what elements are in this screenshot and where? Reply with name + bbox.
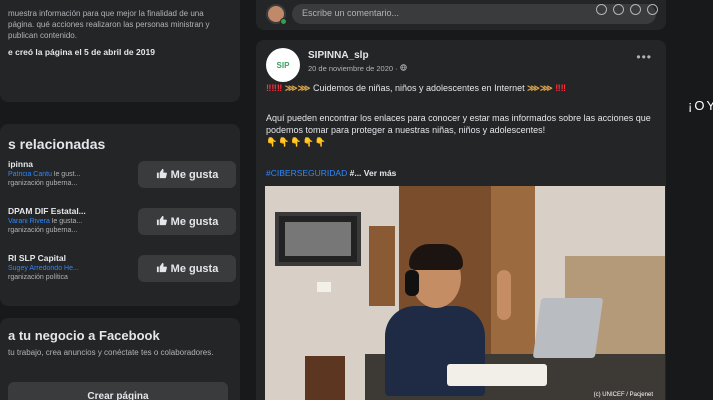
photo-picture-frame: [275, 212, 361, 266]
post-headline-text: Cuidemos de niñas, niños y adolescentes …: [312, 83, 525, 93]
pointing-down-emoji: 👇👇👇👇👇: [266, 137, 328, 147]
post-date-text: 20 de noviembre de 2020 ·: [308, 64, 400, 73]
like-button-label: Me gusta: [170, 168, 219, 181]
business-promo-title: a tu negocio a Facebook: [8, 328, 160, 343]
create-page-button[interactable]: Crear página: [8, 382, 228, 400]
related-page-likers: Patricia Cantu le gust...: [8, 171, 126, 178]
related-page-likers: Varani Rivera le gusta...: [8, 218, 126, 225]
related-page-item[interactable]: RI SLP Capital Sugey Arredondo He... rga…: [8, 253, 236, 293]
cropped-side-text: ¡OY: [688, 98, 713, 113]
post-author[interactable]: SIPINNA_slp: [308, 50, 369, 61]
fast-forward-emoji: ⋙⋙: [284, 83, 311, 93]
see-more-link[interactable]: #... Ver más: [347, 168, 397, 178]
photo-headphones: [405, 270, 419, 296]
globe-icon: [400, 64, 407, 73]
related-pages-card: s relacionadas ipinna Patricia Cantu le …: [0, 124, 240, 306]
page-created-date: e creó la página el 5 de abril de 2019: [8, 47, 155, 57]
sticker-icon[interactable]: [647, 4, 658, 15]
photo-raised-hand: [497, 270, 511, 320]
page-transparency-text: muestra información para que mejor la fi…: [8, 9, 210, 40]
post-photo[interactable]: (c) UNICEF / Pacjenet: [265, 186, 665, 400]
more-options-icon[interactable]: •••: [636, 50, 652, 64]
business-promo-card: a tu negocio a Facebook tu trabajo, crea…: [0, 318, 240, 400]
camera-icon[interactable]: [613, 4, 624, 15]
photo-credit: (c) UNICEF / Pacjenet: [593, 392, 653, 398]
comment-tools: [596, 4, 658, 15]
post-timestamp[interactable]: 20 de noviembre de 2020 ·: [308, 64, 407, 73]
like-button-label: Me gusta: [170, 215, 219, 228]
page-info-card: muestra información para que mejor la fi…: [0, 0, 240, 102]
like-button-label: Me gusta: [170, 262, 219, 275]
photo-child-hair: [409, 244, 463, 270]
page-avatar[interactable]: SIP: [266, 48, 300, 82]
photo-laptop: [532, 298, 604, 358]
liked-suffix: le gusta...: [49, 218, 83, 225]
photo-shelf: [369, 226, 395, 306]
liker-name[interactable]: Patricia Cantu: [8, 171, 52, 178]
thumbs-up-icon: [156, 262, 167, 276]
business-promo-text: tu trabajo, crea anuncios y conéctate te…: [8, 348, 214, 357]
emoji-icon[interactable]: [596, 4, 607, 15]
thumbs-up-icon: [156, 215, 167, 229]
online-status-dot: [280, 18, 287, 25]
post-body: Aquí pueden encontrar los enlaces para c…: [266, 112, 656, 148]
photo-picture-inner: [285, 222, 351, 256]
left-column: muestra información para que mejor la fi…: [0, 0, 240, 400]
hashtag-link[interactable]: #CIBERSEGURIDAD: [266, 168, 347, 178]
liker-name[interactable]: Varani Rivera: [8, 218, 50, 225]
photo-chair: [305, 356, 345, 400]
gif-icon[interactable]: [630, 4, 641, 15]
post-hashtags: #CIBERSEGURIDAD #... Ver más: [266, 168, 396, 178]
fast-forward-emoji: ⋙⋙: [527, 83, 553, 93]
post-body-text: Aquí pueden encontrar los enlaces para c…: [266, 113, 651, 135]
double-exclamation-emoji: ‼‼: [555, 83, 567, 93]
liker-name[interactable]: Sugey Arredondo He...: [8, 265, 79, 272]
like-page-button[interactable]: Me gusta: [138, 161, 236, 188]
page-avatar-logo: SIP: [276, 60, 290, 70]
photo-notebook: [447, 364, 547, 386]
related-page-item[interactable]: DPAM DIF Estatal... Varani Rivera le gus…: [8, 206, 236, 246]
photo-light-switch: [317, 282, 331, 292]
related-page-item[interactable]: ipinna Patricia Cantu le gust... rganiza…: [8, 159, 236, 199]
like-page-button[interactable]: Me gusta: [138, 208, 236, 235]
liked-suffix: le gust...: [51, 171, 81, 178]
feed-post: SIP SIPINNA_slp 20 de noviembre de 2020 …: [256, 40, 666, 400]
related-pages-title: s relacionadas: [8, 136, 106, 152]
like-page-button[interactable]: Me gusta: [138, 255, 236, 282]
comment-composer: Escribe un comentario...: [256, 0, 666, 30]
post-headline: ‼‼‼ ⋙⋙ Cuidemos de niñas, niños y adoles…: [266, 82, 656, 94]
thumbs-up-icon: [156, 168, 167, 182]
double-exclamation-emoji: ‼‼‼: [266, 83, 283, 93]
related-page-likers: Sugey Arredondo He...: [8, 265, 126, 272]
